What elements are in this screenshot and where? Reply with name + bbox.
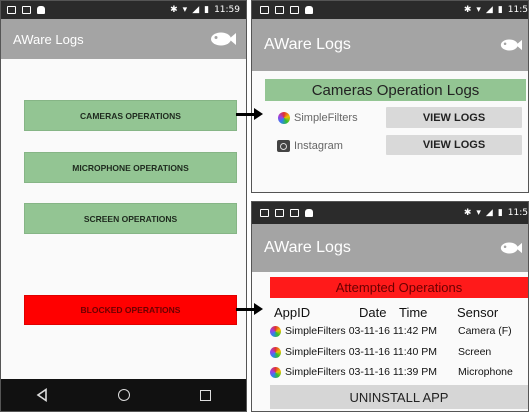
save-icon [290,6,299,14]
app-bar: AWare Logs [1,19,246,59]
log-datetime: 03-11-16 11:39 PM [348,366,438,378]
instagram-icon [277,140,290,152]
log-sensor: Screen [458,346,492,358]
uninstall-app-button[interactable]: UNINSTALL APP [270,385,528,409]
system-icons: ✱ ▾ ◢ ▮ 11:5 [464,208,528,218]
app-bar: AWare Logs [252,19,528,71]
log-datetime: 03-11-16 11:42 PM [348,325,438,337]
app-bar: AWare Logs [252,224,528,272]
column-header-sensor: Sensor [457,305,499,320]
fish-icon [500,39,522,51]
system-icons: ✱ ▾ ◢ ▮ 11:5 [464,5,528,15]
notification-icons [260,6,464,14]
column-header-time: Time [399,305,428,320]
app-title: AWare Logs [13,31,84,47]
signal-icon: ◢ [192,5,200,15]
log-app: SimpleFilters [285,366,346,378]
battery-icon: ▮ [204,5,210,15]
status-time: 11:59 [214,5,240,15]
log-app: SimpleFilters [285,325,346,337]
android-icon [305,6,313,14]
fish-icon [500,242,522,254]
home-icon[interactable] [118,389,130,401]
back-icon[interactable] [36,388,48,402]
download-icon [260,209,269,217]
download-icon [22,6,31,14]
battery-icon: ▮ [497,208,503,218]
arrow-to-cameras-logs [236,108,263,120]
app-row-simplefilters: SimpleFilters [278,109,358,127]
bluetooth-icon: ✱ [170,5,178,15]
wifi-icon: ▾ [182,5,188,15]
notification-icons [260,209,464,217]
simplefilters-icon [270,346,281,358]
blocked-operations-button[interactable]: BLOCKED OPERATIONS [24,295,237,325]
log-row: SimpleFilters 03-11-16 11:40 PM Screen [270,346,491,358]
log-sensor: Microphone [458,366,513,378]
message-icon [275,209,284,217]
screen-operations-button[interactable]: SCREEN OPERATIONS [24,203,237,234]
wifi-icon: ▾ [476,5,481,15]
main-screen: ✱ ▾ ◢ ▮ 11:59 AWare Logs CAMERAS OPERATI… [0,0,247,412]
bluetooth-icon: ✱ [463,5,472,15]
battery-icon: ▮ [497,5,503,15]
status-bar: ✱ ▾ ◢ ▮ 11:5 [252,1,528,19]
view-logs-button[interactable]: VIEW LOGS [386,135,522,155]
column-header-appid: AppID [274,305,311,320]
status-time: 11:5 [507,5,528,15]
log-datetime: 03-11-16 11:40 PM [348,346,438,358]
simplefilters-icon [270,325,281,337]
attempted-operations-header: Attempted Operations [270,277,528,298]
blocked-logs-screen: ✱ ▾ ◢ ▮ 11:5 AWare Logs Attempted Operat… [251,201,529,412]
system-icons: ✱ ▾ ◢ ▮ 11:59 [170,5,240,15]
app-name: Instagram [294,140,343,152]
simplefilters-icon [278,112,290,124]
log-row: SimpleFilters 03-11-16 11:39 PM Micropho… [270,366,513,378]
app-title: AWare Logs [264,36,351,53]
signal-icon: ◢ [485,208,493,218]
wifi-icon: ▾ [476,208,481,218]
cameras-logs-screen: ✱ ▾ ◢ ▮ 11:5 AWare Logs Cameras Operatio… [251,0,529,193]
status-bar: ✱ ▾ ◢ ▮ 11:5 [252,202,528,224]
status-bar: ✱ ▾ ◢ ▮ 11:59 [1,1,246,19]
app-name: SimpleFilters [294,112,358,124]
cameras-operations-button[interactable]: CAMERAS OPERATIONS [24,100,237,131]
view-logs-button[interactable]: VIEW LOGS [386,107,522,128]
message-icon [7,6,16,14]
fish-icon [211,32,236,46]
log-sensor: Camera (F) [458,325,512,337]
navigation-bar [1,379,246,411]
cameras-logs-header: Cameras Operation Logs [265,79,526,101]
android-icon [37,6,45,14]
app-row-instagram: Instagram [277,137,343,155]
log-row: SimpleFilters 03-11-16 11:42 PM Camera (… [270,325,512,337]
status-time: 11:5 [507,208,528,218]
arrow-to-blocked-logs [236,303,263,315]
simplefilters-icon [270,366,281,378]
log-app: SimpleFilters [285,346,346,358]
message-icon [275,6,284,14]
column-header-date: Date [359,305,387,320]
bluetooth-icon: ✱ [463,208,472,218]
android-icon [305,209,313,217]
app-title: AWare Logs [264,239,351,256]
recents-icon[interactable] [200,389,211,401]
save-icon [290,209,299,217]
notification-icons [7,6,170,14]
microphone-operations-button[interactable]: MICROPHONE OPERATIONS [24,152,237,183]
signal-icon: ◢ [485,5,493,15]
download-icon [260,6,269,14]
